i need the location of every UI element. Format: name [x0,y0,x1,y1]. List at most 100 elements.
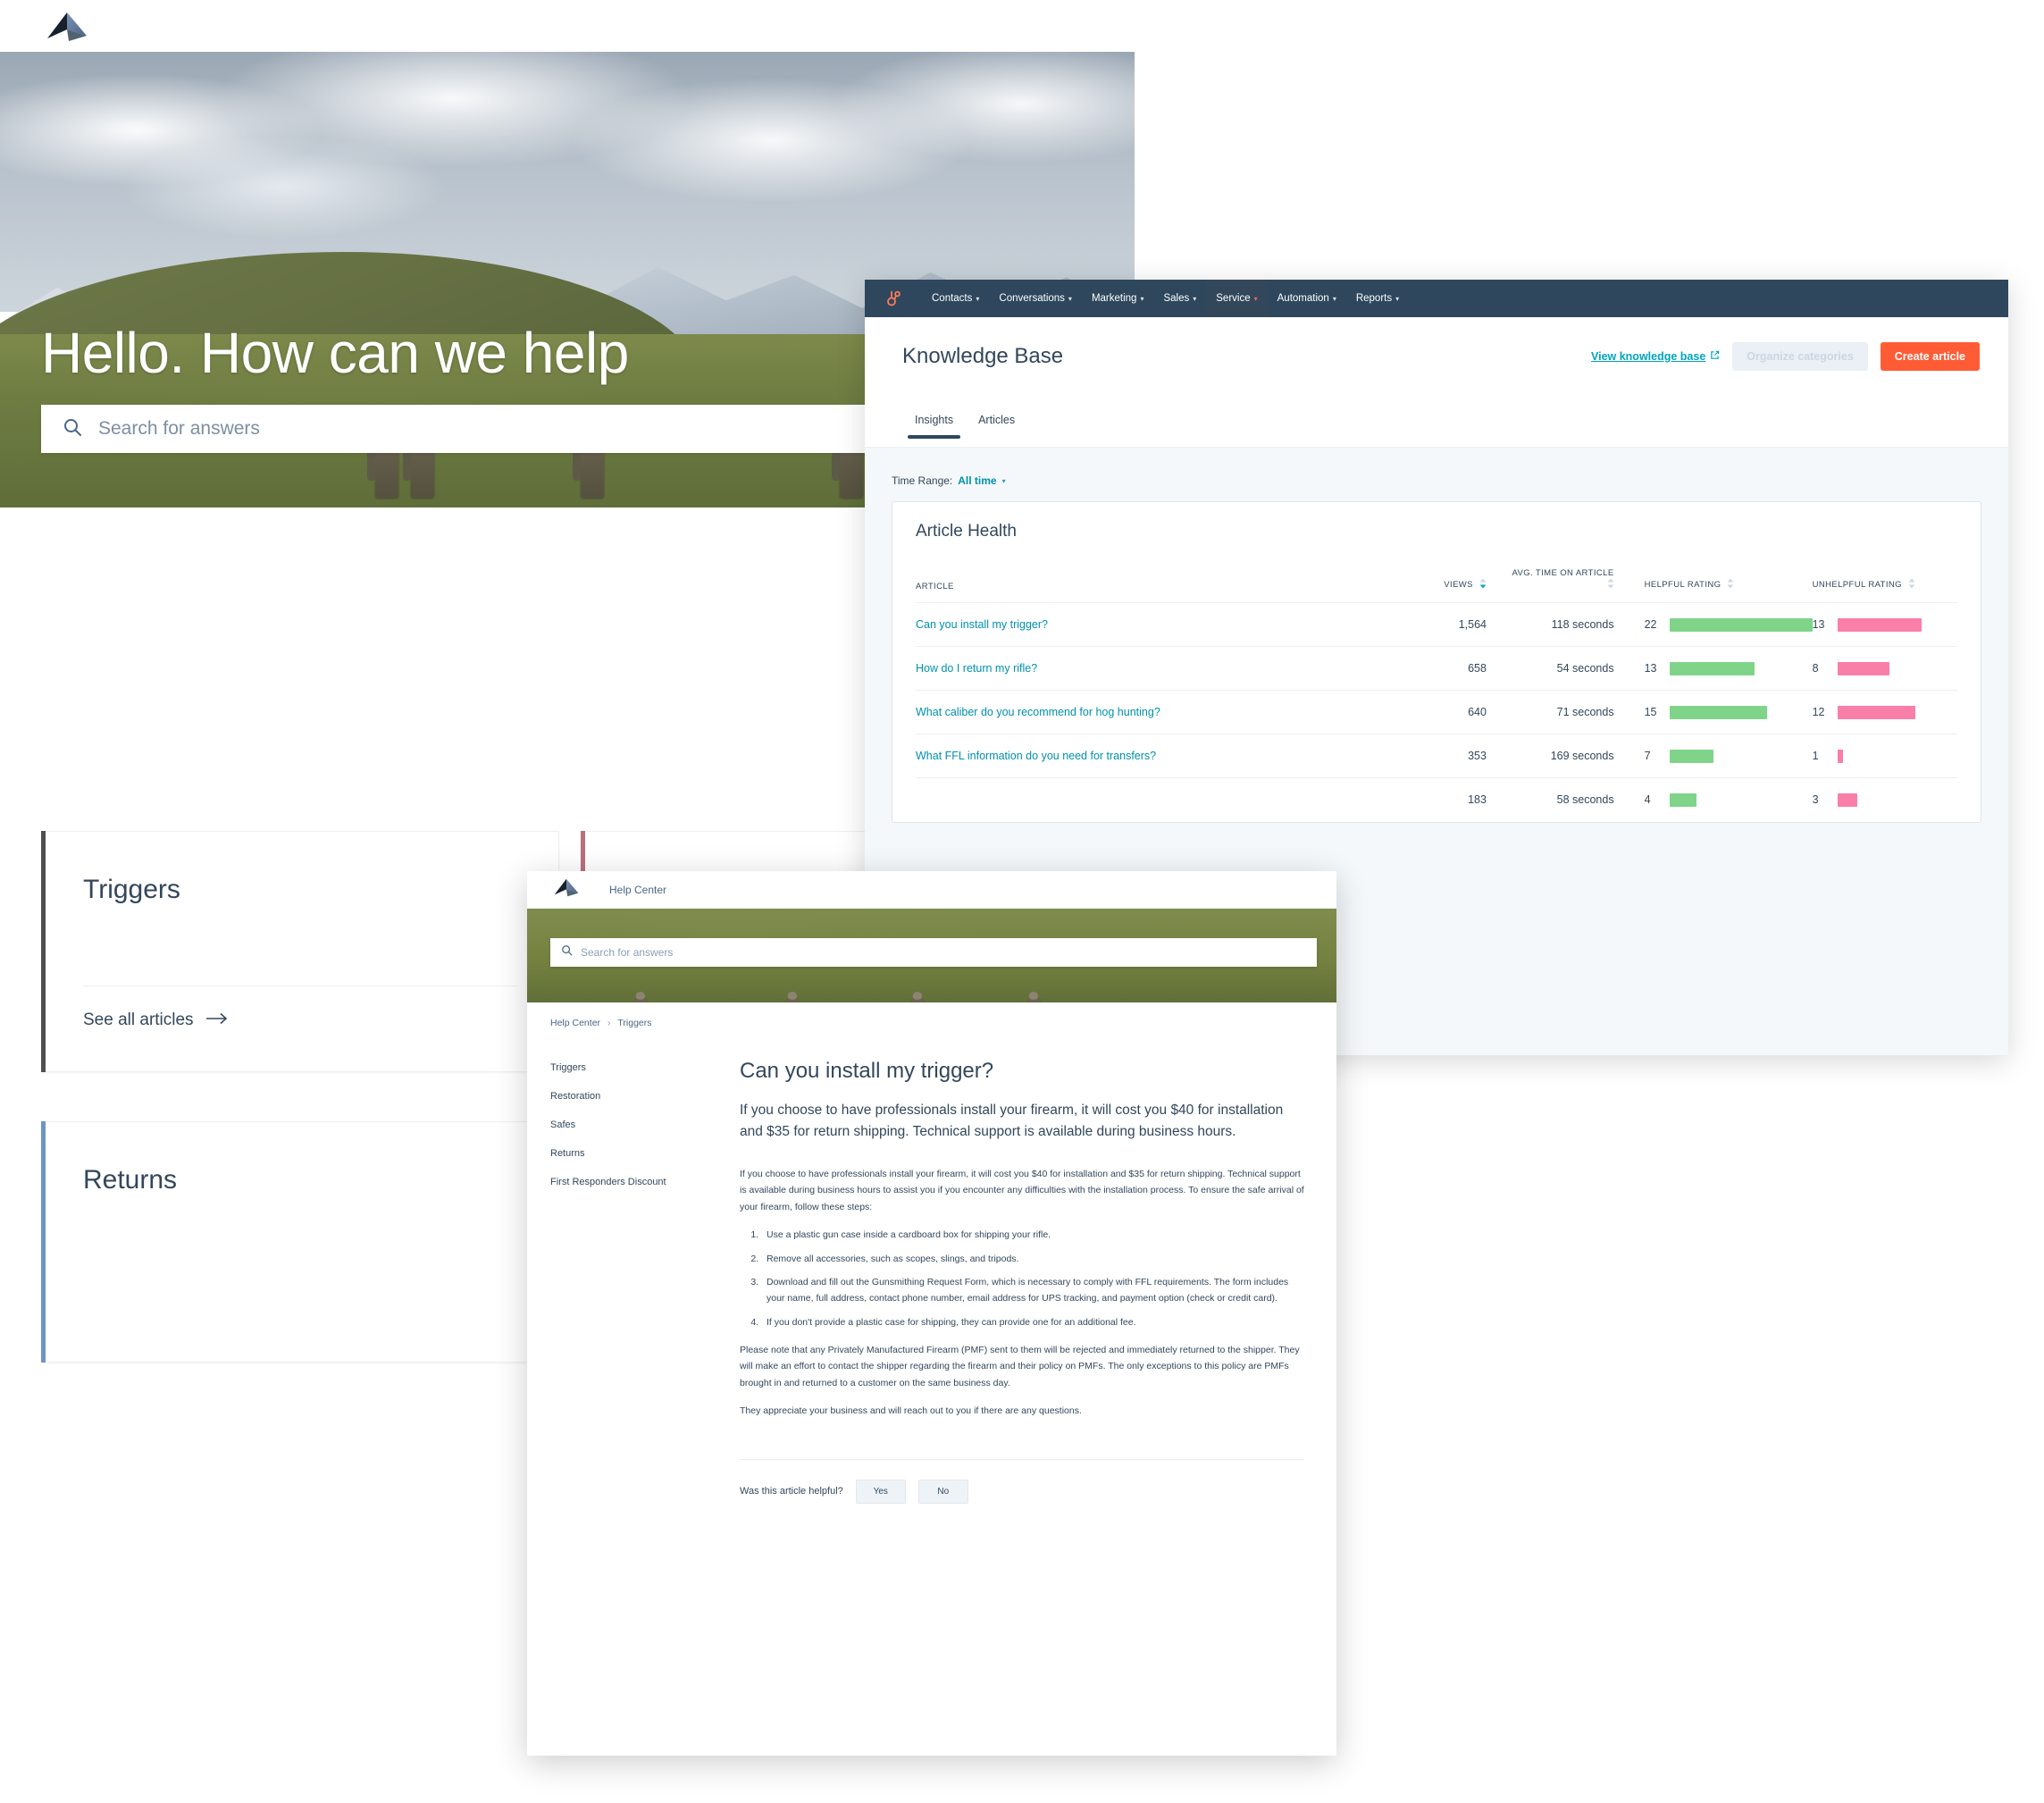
kb-page-header: Knowledge Base View knowledge base Organ… [865,317,2008,407]
list-item: Remove all accessories, such as scopes, … [761,1251,1304,1267]
external-link-icon [1710,350,1720,363]
chevron-down-icon: ▾ [1332,294,1336,303]
nav-item-service[interactable]: Service ▾ [1206,280,1268,317]
cell-avg-time: 118 seconds [1509,602,1645,647]
breadcrumb: Help Center › Triggers [527,1002,1336,1028]
cell-unhelpful: 12 [1812,690,1957,734]
category-card-returns[interactable]: Returns [41,1121,559,1363]
article-paragraph-1: If you choose to have professionals inst… [740,1169,1304,1212]
unhelpful-bar [1837,617,1922,632]
article-lede: If you choose to have professionals inst… [740,1103,1284,1140]
time-range-label: Time Range: [892,474,953,487]
table-row[interactable]: How do I return my rifle? 658 54 seconds… [916,646,1957,691]
hero-title: Hello. How can we help [41,321,629,385]
article-feedback: Was this article helpful? Yes No [740,1479,1304,1530]
kb-insights-body: Time Range: All time ▾ Article Health AR… [865,448,2008,823]
tab-articles[interactable]: Articles [966,407,1027,439]
nav-item-reports[interactable]: Reports ▾ [1346,280,1409,317]
article-health-rows: Can you install my trigger? 1,564 118 se… [916,602,1957,822]
unhelpful-bar [1837,661,1889,675]
hubspot-sprocket-icon[interactable] [884,289,902,307]
cell-helpful: 15 [1644,690,1813,734]
paper-plane-logo[interactable] [46,12,88,46]
feedback-no-button[interactable]: No [917,1479,968,1504]
page-title: Knowledge Base [902,344,1064,368]
brand-label[interactable]: Help Center [609,884,666,896]
nav-item-automation[interactable]: Automation ▾ [1268,280,1346,317]
cell-helpful: 4 [1644,777,1813,822]
search-icon [561,944,573,960]
cell-avg-time: 169 seconds [1509,734,1645,778]
col-unhelpful-rating[interactable]: UNHELPFUL RATING [1813,568,1957,603]
nav-item-conversations[interactable]: Conversations ▾ [989,280,1082,317]
cell-article[interactable]: What caliber do you recommend for hog hu… [916,690,1397,734]
cell-article[interactable] [916,777,1397,822]
table-row[interactable]: What FFL information do you need for tra… [916,734,1957,778]
cell-unhelpful: 8 [1812,646,1957,691]
article-topbar: Help Center [527,871,1336,909]
see-all-label: See all articles [83,1011,194,1029]
sidebar-item-returns[interactable]: Returns [550,1148,725,1159]
cell-views: 658 [1396,646,1510,691]
sidebar-item-first-responders-discount[interactable]: First Responders Discount [550,1177,725,1187]
help-center-article-window: Help Center Search for answers Help Cent… [527,871,1336,1756]
organize-categories-button[interactable]: Organize categories [1732,342,1868,371]
breadcrumb-current[interactable]: Triggers [617,1018,651,1028]
nav-item-contacts[interactable]: Contacts ▾ [922,280,989,317]
helpful-count: 15 [1644,706,1657,718]
cell-avg-time: 71 seconds [1509,690,1645,734]
col-views[interactable]: VIEWS [1396,568,1510,603]
category-card-triggers[interactable]: Triggers See all articles [41,831,559,1072]
list-item: If you don't provide a plastic case for … [761,1314,1304,1330]
helpful-bar [1669,792,1696,807]
search-icon [63,417,82,441]
view-knowledge-base-link[interactable]: View knowledge base [1591,350,1720,363]
time-range-value: All time [958,474,997,487]
helpful-count: 22 [1644,618,1657,631]
time-range-filter[interactable]: Time Range: All time ▾ [892,474,1981,487]
card-title: Returns [83,1165,178,1195]
feedback-yes-button[interactable]: Yes [855,1479,906,1504]
breadcrumb-root[interactable]: Help Center [550,1018,600,1028]
col-avg-time[interactable]: AVG. TIME ON ARTICLE [1510,568,1645,603]
cell-article[interactable]: Can you install my trigger? [916,602,1397,647]
unhelpful-count: 13 [1812,618,1825,631]
cell-helpful: 22 [1644,602,1813,647]
col-helpful-rating[interactable]: HELPFUL RATING [1645,568,1813,603]
sidebar-item-safes[interactable]: Safes [550,1120,725,1130]
unhelpful-count: 12 [1812,706,1825,718]
helpful-count: 4 [1644,793,1651,807]
table-row[interactable]: Can you install my trigger? 1,564 118 se… [916,602,1957,647]
unhelpful-bar [1837,749,1843,763]
caret-down-icon: ▾ [1001,476,1006,485]
see-all-articles-link[interactable]: See all articles [83,1011,230,1030]
cell-helpful: 13 [1644,646,1813,691]
create-article-button[interactable]: Create article [1880,342,1980,371]
nav-item-sales[interactable]: Sales ▾ [1153,280,1206,317]
cell-article[interactable]: What FFL information do you need for tra… [916,734,1397,778]
sort-icon [1607,578,1614,591]
unhelpful-count: 3 [1812,793,1819,807]
table-row[interactable]: 183 58 seconds 4 3 [916,777,1957,822]
sidebar-item-restoration[interactable]: Restoration [550,1091,725,1102]
table-row[interactable]: What caliber do you recommend for hog hu… [916,690,1957,734]
col-article[interactable]: ARTICLE [916,568,1396,603]
nav-item-marketing[interactable]: Marketing ▾ [1082,280,1154,317]
helpful-bar [1669,705,1767,719]
article-search-input[interactable]: Search for answers [550,938,1317,967]
list-item: Use a plastic gun case inside a cardboar… [761,1227,1304,1243]
list-item: Download and fill out the Gunsmithing Re… [761,1274,1304,1307]
sidebar-item-triggers[interactable]: Triggers [550,1062,725,1073]
chevron-down-icon: ▾ [976,294,980,303]
article-content: Can you install my trigger? If you choos… [725,1059,1313,1530]
article-heading: Can you install my trigger? [740,1059,994,1083]
chevron-down-icon: ▾ [1068,294,1072,303]
divider [740,1458,1304,1460]
cell-article[interactable]: How do I return my rifle? [916,646,1397,691]
paper-plane-logo[interactable] [554,878,579,902]
article-hero: Search for answers [527,909,1336,1002]
tab-insights[interactable]: Insights [902,407,966,439]
helpful-bar [1669,661,1755,675]
helpful-count: 7 [1644,750,1651,762]
cell-views: 183 [1396,777,1510,822]
